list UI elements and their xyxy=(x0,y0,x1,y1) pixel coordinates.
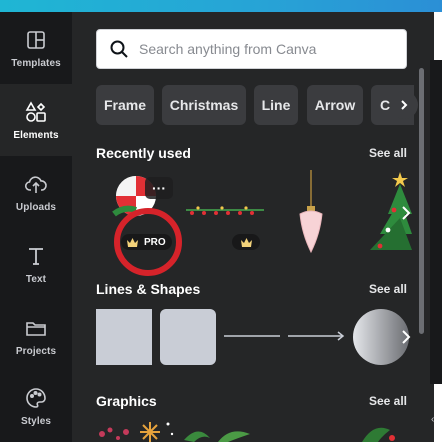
rail-label-uploads: Uploads xyxy=(15,201,57,213)
chip-arrow[interactable]: Arrow xyxy=(307,85,363,125)
top-gradient-bar xyxy=(0,0,442,12)
see-all-graphics[interactable]: See all xyxy=(369,394,407,408)
elements-icon xyxy=(25,100,46,122)
see-all-recently-used[interactable]: See all xyxy=(369,146,407,160)
rail-label-styles: Styles xyxy=(20,415,52,427)
rail-item-uploads[interactable]: Uploads xyxy=(0,156,72,228)
rail-item-templates[interactable]: Templates xyxy=(0,12,72,84)
more-options-button[interactable]: ··· xyxy=(145,177,173,199)
chip-line[interactable]: Line xyxy=(254,85,298,125)
collapse-chevron-icon[interactable]: ‹ xyxy=(431,414,434,425)
pro-crown-badge xyxy=(232,234,260,250)
line-shape[interactable] xyxy=(224,330,280,342)
highlight-ring xyxy=(114,208,182,276)
holly-leaves-graphic[interactable] xyxy=(180,420,260,442)
christmas-garland-graphic[interactable] xyxy=(186,204,264,218)
chip-christmas[interactable]: Christmas xyxy=(162,85,246,125)
chevron-right-icon xyxy=(401,100,408,110)
styles-icon xyxy=(26,387,46,408)
templates-icon xyxy=(27,30,45,49)
rail-item-text[interactable]: Text xyxy=(0,228,72,300)
recent-next-button[interactable] xyxy=(392,199,420,227)
suggestion-chips: Frame Christmas Line Arrow Circ xyxy=(96,85,414,125)
section-title-graphics: Graphics xyxy=(96,393,157,409)
uploads-icon xyxy=(24,175,47,193)
projects-icon xyxy=(26,321,46,336)
rail-label-templates: Templates xyxy=(11,57,61,69)
lines-next-button[interactable] xyxy=(392,323,420,351)
side-rail: Templates Elements Uploads Text Projects… xyxy=(0,12,72,442)
holly-sprig-graphic[interactable] xyxy=(360,420,400,442)
ornament-drop-graphic[interactable] xyxy=(296,170,326,256)
rail-item-elements[interactable]: Elements xyxy=(0,84,72,156)
arrow-line-shape[interactable] xyxy=(288,330,346,342)
rail-item-projects[interactable]: Projects xyxy=(0,300,72,372)
chevron-right-icon xyxy=(402,330,411,344)
rounded-square-shape[interactable] xyxy=(160,309,216,365)
text-icon xyxy=(29,247,43,265)
chips-next-button[interactable] xyxy=(390,91,418,119)
rail-label-text: Text xyxy=(25,273,47,285)
section-title-lines-shapes: Lines & Shapes xyxy=(96,281,201,297)
section-title-recently-used: Recently used xyxy=(96,145,191,161)
chip-frame[interactable]: Frame xyxy=(96,85,154,125)
rail-label-projects: Projects xyxy=(15,345,57,357)
rail-label-elements: Elements xyxy=(13,129,59,141)
search-icon xyxy=(110,40,128,58)
see-all-lines-shapes[interactable]: See all xyxy=(369,282,407,296)
panel-collapse-handle[interactable] xyxy=(430,60,442,384)
rail-item-styles[interactable]: Styles xyxy=(0,370,72,442)
chevron-right-icon xyxy=(402,206,411,220)
search-placeholder: Search anything from Canva xyxy=(139,41,317,57)
search-input[interactable]: Search anything from Canva xyxy=(96,29,407,69)
square-shape[interactable] xyxy=(96,309,152,365)
snowflakes-graphic[interactable] xyxy=(96,418,176,442)
crown-icon xyxy=(240,237,252,247)
